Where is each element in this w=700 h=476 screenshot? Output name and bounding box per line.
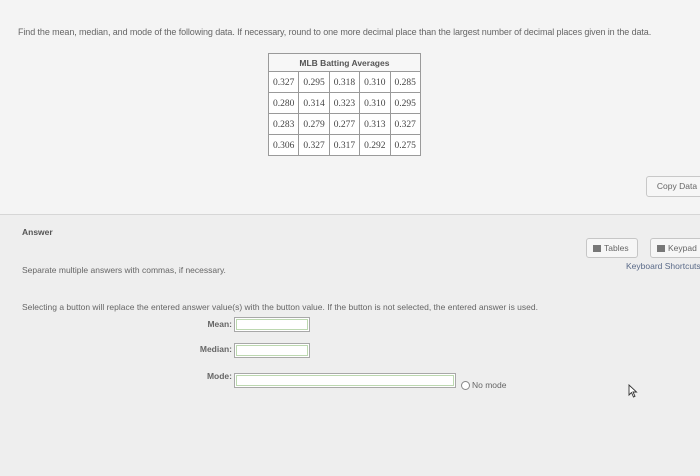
median-label: Median: <box>199 344 232 354</box>
table-cell: 0.327 <box>267 71 300 93</box>
question-text: Find the mean, median, and mode of the f… <box>18 27 652 37</box>
table-cell: 0.292 <box>359 134 391 156</box>
table-row: 0.280 0.314 0.323 0.310 0.295 <box>267 92 421 114</box>
copy-data-button[interactable]: Copy Data <box>646 176 700 197</box>
keypad-button[interactable]: Keypad <box>650 238 700 258</box>
data-table: MLB Batting Averages 0.327 0.295 0.318 0.31… <box>267 53 421 156</box>
keypad-label: Keypad <box>668 243 697 253</box>
table-cell: 0.323 <box>328 92 361 114</box>
tables-label: Tables <box>604 243 629 253</box>
table-cell: 0.327 <box>389 113 421 135</box>
table-cell: 0.295 <box>389 92 421 114</box>
table-cell: 0.317 <box>328 134 361 156</box>
table-cell: 0.283 <box>267 113 300 135</box>
table-row: 0.306 0.327 0.317 0.292 0.275 <box>267 134 421 156</box>
table-cell: 0.275 <box>389 134 421 156</box>
table-cell: 0.327 <box>298 134 330 156</box>
table-cell: 0.310 <box>359 92 391 114</box>
table-cell: 0.318 <box>328 71 361 93</box>
keypad-icon <box>657 245 665 252</box>
table-row: 0.283 0.279 0.277 0.313 0.327 <box>267 113 421 135</box>
table-icon <box>593 245 601 252</box>
mode-label: Mode: <box>206 371 232 381</box>
tables-button[interactable]: Tables <box>586 238 638 258</box>
mouse-cursor-icon <box>628 384 638 398</box>
answer-title: Answer <box>22 227 53 237</box>
mean-label: Mean: <box>207 319 232 329</box>
table-cell: 0.277 <box>328 113 361 135</box>
table-cell: 0.279 <box>298 113 330 135</box>
keyboard-shortcuts-link[interactable]: Keyboard Shortcuts <box>626 261 700 271</box>
table-cell: 0.295 <box>298 71 330 93</box>
mean-input[interactable] <box>234 317 310 332</box>
table-body: 0.327 0.295 0.318 0.310 0.285 0.280 0.314 0.323… <box>267 71 421 156</box>
median-input[interactable] <box>234 343 310 358</box>
no-mode-radio[interactable] <box>461 381 470 390</box>
table-title: MLB Batting Averages <box>268 53 421 71</box>
table-cell: 0.280 <box>267 92 300 114</box>
instruction-buttons: Selecting a button will replace the ente… <box>22 302 538 312</box>
instruction-commas: Separate multiple answers with commas, i… <box>22 265 226 275</box>
table-cell: 0.314 <box>298 92 330 114</box>
no-mode-label[interactable]: No mode <box>472 380 507 390</box>
table-row: 0.327 0.295 0.318 0.310 0.285 <box>267 71 421 93</box>
table-cell: 0.285 <box>389 71 421 93</box>
table-cell: 0.306 <box>267 134 300 156</box>
divider <box>0 214 700 215</box>
table-cell: 0.313 <box>359 113 391 135</box>
table-cell: 0.310 <box>359 71 391 93</box>
mode-input[interactable] <box>234 373 456 388</box>
